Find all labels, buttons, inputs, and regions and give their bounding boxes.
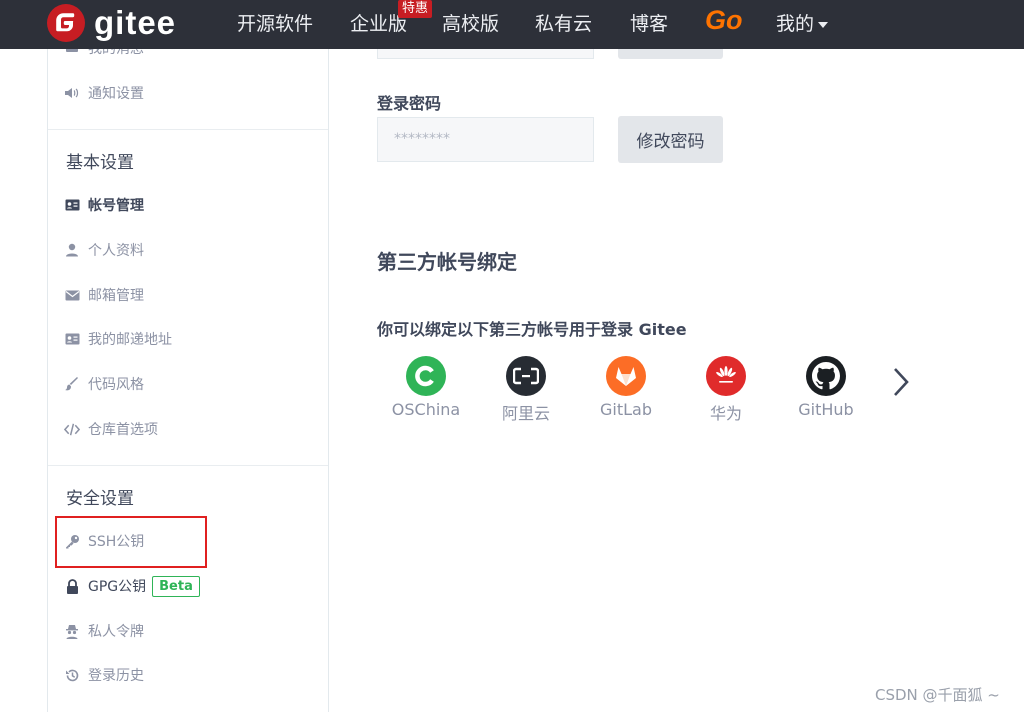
nav-mine-menu[interactable]: 我的 [776, 9, 829, 36]
brush-icon [64, 376, 80, 392]
password-field[interactable]: ******** [377, 117, 594, 162]
github-icon [806, 356, 846, 396]
sidebar-item-login-history[interactable]: 登录历史 [64, 664, 144, 686]
third-party-title: 第三方帐号绑定 [377, 250, 517, 274]
sidebar-item-gpg-keys[interactable]: GPG公钥 Beta [64, 575, 200, 597]
divider [48, 465, 328, 466]
provider-gitlab[interactable]: GitLab [576, 356, 676, 419]
id-card-icon [64, 197, 80, 213]
password-label: 登录密码 [377, 94, 442, 113]
sidebar-item-label: 个人资料 [88, 243, 144, 259]
gitee-logo[interactable]: gitee [47, 3, 176, 43]
sidebar-item-account[interactable]: 帐号管理 [64, 194, 144, 216]
nav-mine-label: 我的 [776, 13, 815, 35]
sidebar-item-label: 代码风格 [88, 377, 144, 393]
aliyun-icon [506, 356, 546, 396]
sidebar-item-label: 我的邮递地址 [88, 332, 172, 348]
huawei-icon [706, 356, 746, 396]
sidebar-item-profile[interactable]: 个人资料 [64, 239, 144, 261]
ssh-highlight-annotation [55, 516, 207, 568]
provider-name: GitHub [798, 400, 854, 419]
email-button-partial[interactable] [618, 49, 723, 59]
oschina-icon [406, 356, 446, 396]
basic-settings-heading: 基本设置 [66, 153, 134, 173]
nav-blog[interactable]: 博客 [630, 9, 668, 36]
provider-name: 阿里云 [501, 404, 550, 423]
chevron-right-icon[interactable] [890, 366, 912, 398]
sidebar-item-label: 邮箱管理 [88, 288, 144, 304]
provider-github[interactable]: GitHub [776, 356, 876, 419]
sidebar-item-address[interactable]: 我的邮递地址 [64, 328, 172, 350]
top-navbar: gitee 开源软件 企业版 特惠 高校版 私有云 博客 Go 我的 [0, 0, 1024, 49]
code-icon [64, 421, 80, 437]
csdn-watermark: CSDN @千面狐 ~ [875, 686, 1000, 704]
provider-name: OSChina [391, 400, 461, 419]
sidebar-item-tokens[interactable]: 私人令牌 [64, 620, 144, 642]
lock-icon [64, 578, 80, 594]
brand-name: gitee [94, 4, 177, 41]
gitlab-icon [606, 356, 646, 396]
nav-go[interactable]: Go [705, 5, 743, 36]
speaker-icon [64, 85, 80, 101]
envelope-icon [64, 287, 80, 303]
email-input-partial[interactable] [377, 49, 594, 59]
sale-badge: 特惠 [398, 0, 433, 18]
provider-name: GitLab [600, 400, 652, 419]
sidebar-item-label: 通知设置 [88, 86, 144, 102]
provider-huawei[interactable]: 华为 [676, 356, 776, 424]
nav-education[interactable]: 高校版 [442, 9, 499, 36]
provider-aliyun[interactable]: 阿里云 [476, 356, 576, 424]
sidebar-item-label: 仓库首选项 [88, 422, 158, 438]
bind-description: 你可以绑定以下第三方帐号用于登录 Gitee [377, 320, 687, 339]
history-icon [64, 667, 80, 683]
gitee-logo-icon [47, 4, 85, 42]
divider [48, 129, 328, 130]
sidebar-item-repo-prefs[interactable]: 仓库首选项 [64, 418, 158, 440]
sidebar-item-code-style[interactable]: 代码风格 [64, 373, 144, 395]
provider-name: 华为 [709, 404, 742, 423]
beta-badge: Beta [152, 575, 200, 597]
sidebar-item-label: 私人令牌 [88, 624, 144, 640]
nav-open-source[interactable]: 开源软件 [237, 9, 313, 36]
provider-oschina[interactable]: OSChina [376, 356, 476, 419]
address-card-icon [64, 331, 80, 347]
settings-sidebar: 我的消息 通知设置 基本设置 帐号管理 个人资料 邮箱管理 我的邮递地址 代码风… [47, 47, 329, 712]
user-icon [64, 242, 80, 258]
sidebar-item-label: 登录历史 [88, 668, 144, 684]
change-password-button[interactable]: 修改密码 [618, 116, 723, 163]
nav-private-cloud[interactable]: 私有云 [535, 9, 592, 36]
sidebar-item-label: GPG公钥 [88, 579, 147, 595]
security-settings-heading: 安全设置 [66, 489, 134, 509]
sidebar-item-label: 帐号管理 [88, 198, 144, 214]
sidebar-item-notify[interactable]: 通知设置 [64, 82, 144, 104]
chevron-down-icon [818, 21, 829, 28]
spy-icon [64, 623, 80, 639]
sidebar-item-email[interactable]: 邮箱管理 [64, 284, 144, 306]
